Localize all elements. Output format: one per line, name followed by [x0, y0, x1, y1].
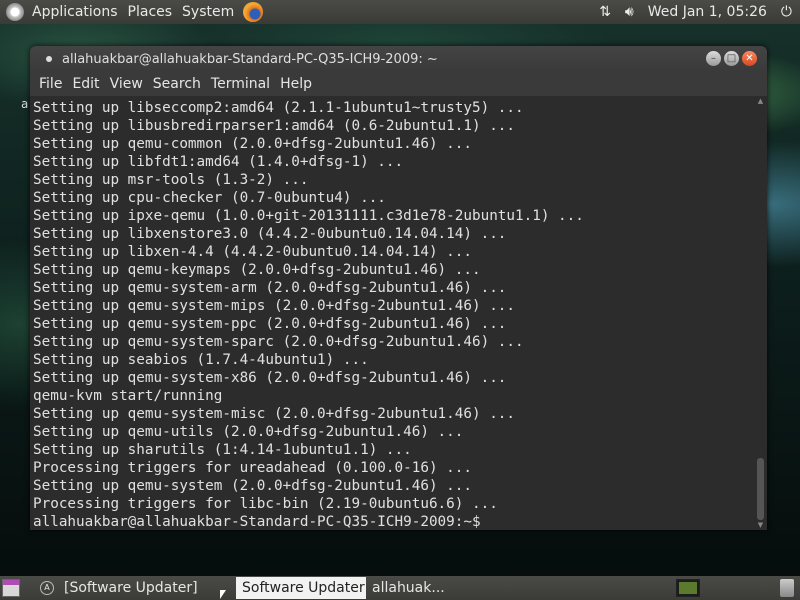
mouse-cursor-icon — [220, 590, 226, 599]
menu-edit[interactable]: Edit — [67, 76, 104, 92]
menu-file[interactable]: File — [34, 76, 67, 92]
terminal-line: Setting up qemu-system-ppc (2.0.0+dfsg-2… — [33, 316, 507, 332]
window-title: allahuakbar@allahuakbar-Standard-PC-Q35-… — [62, 51, 438, 67]
menu-system[interactable]: System — [177, 4, 239, 20]
task-label: allahuak... — [372, 580, 445, 596]
terminal-line: Setting up libxen-4.4 (4.4.2-0ubuntu0.14… — [33, 244, 472, 260]
bottom-taskbar: A [Software Updater] Software Updater al… — [0, 576, 800, 600]
terminal-prompt: allahuakbar@allahuakbar-Standard-PC-Q35-… — [33, 514, 481, 529]
terminal-line: Setting up ipxe-qemu (1.0.0+git-20131111… — [33, 208, 584, 224]
close-button[interactable]: ✕ — [742, 51, 757, 66]
software-updater-icon: A — [40, 581, 54, 595]
menu-applications[interactable]: Applications — [27, 4, 123, 20]
terminal-line: Setting up qemu-system-x86 (2.0.0+dfsg-2… — [33, 370, 507, 386]
task-software-updater-active[interactable]: Software Updater — [236, 577, 366, 599]
taskbar-tray — [676, 579, 800, 597]
terminal-line: Setting up qemu-keymaps (2.0.0+dfsg-2ubu… — [33, 262, 481, 278]
terminal-line: qemu-kvm start/running — [33, 388, 223, 404]
system-tray: ⇅ 🔊︎ Wed Jan 1, 05:26 ⏻ — [599, 4, 800, 20]
menu-places[interactable]: Places — [123, 4, 178, 20]
window-menu-icon[interactable] — [46, 56, 52, 62]
trash-icon[interactable] — [780, 579, 794, 597]
terminal-line: Setting up qemu-system-sparc (2.0.0+dfsg… — [33, 334, 524, 350]
terminal-line: Processing triggers for libc-bin (2.19-0… — [33, 496, 498, 512]
terminal-line: Setting up libfdt1:amd64 (1.4.0+dfsg-1) … — [33, 154, 404, 170]
terminal-line: Setting up sharutils (1:4.14-1ubuntu1.1)… — [33, 442, 412, 458]
clock[interactable]: Wed Jan 1, 05:26 — [648, 4, 767, 20]
terminal-line: Setting up qemu-system-misc (2.0.0+dfsg-… — [33, 406, 516, 422]
task-terminal[interactable]: allahuak... — [366, 577, 458, 599]
terminal-line: Setting up qemu-system-mips (2.0.0+dfsg-… — [33, 298, 516, 314]
maximize-button[interactable]: □ — [724, 51, 739, 66]
menu-view[interactable]: View — [105, 76, 148, 92]
terminal-line: Setting up libusbredirparser1:amd64 (0.6… — [33, 118, 516, 134]
terminal-line: Processing triggers for ureadahead (0.10… — [33, 460, 472, 476]
terminal-menubar: File Edit View Search Terminal Help — [30, 72, 767, 96]
terminal-scrollbar[interactable]: ▲ ▼ — [756, 98, 765, 529]
terminal-line: Setting up libseccomp2:amd64 (2.1.1-1ubu… — [33, 100, 524, 116]
window-controls: – □ ✕ — [706, 51, 757, 66]
terminal-line: Setting up qemu-common (2.0.0+dfsg-2ubun… — [33, 136, 472, 152]
terminal-line: Setting up msr-tools (1.3-2) ... — [33, 172, 309, 188]
power-icon[interactable]: ⏻ — [781, 4, 792, 20]
workspace-switcher-icon[interactable] — [676, 579, 700, 597]
terminal-line: Setting up seabios (1.7.4-4ubuntu1) ... — [33, 352, 369, 368]
scroll-down-icon[interactable]: ▼ — [756, 522, 765, 529]
terminal-titlebar[interactable]: allahuakbar@allahuakbar-Standard-PC-Q35-… — [30, 46, 767, 72]
terminal-output[interactable]: Setting up libseccomp2:amd64 (2.1.1-1ubu… — [32, 98, 754, 529]
task-label: Software Updater — [242, 580, 365, 596]
menu-terminal[interactable]: Terminal — [206, 76, 275, 92]
task-label: [Software Updater] — [64, 580, 198, 596]
terminal-line: Setting up qemu-system (2.0.0+dfsg-2ubun… — [33, 478, 472, 494]
terminal-line: Setting up cpu-checker (0.7-0ubuntu4) ..… — [33, 190, 386, 206]
menu-help[interactable]: Help — [275, 76, 317, 92]
minimize-button[interactable]: – — [706, 51, 721, 66]
top-panel: Applications Places System ⇅ 🔊︎ Wed Jan … — [0, 0, 800, 24]
firefox-icon[interactable] — [243, 2, 264, 22]
terminal-line: Setting up qemu-system-arm (2.0.0+dfsg-2… — [33, 280, 507, 296]
volume-icon[interactable]: 🔊︎ — [625, 4, 634, 20]
scroll-up-icon[interactable]: ▲ — [756, 98, 765, 105]
terminal-window: allahuakbar@allahuakbar-Standard-PC-Q35-… — [30, 46, 767, 530]
desktop-stray-text: a — [21, 97, 29, 111]
task-software-updater-minimized[interactable]: A [Software Updater] — [34, 577, 236, 599]
scroll-thumb[interactable] — [757, 458, 764, 520]
menu-search[interactable]: Search — [148, 76, 206, 92]
show-desktop-icon[interactable] — [2, 579, 20, 597]
network-icon[interactable]: ⇅ — [599, 4, 611, 20]
ubuntu-apps-icon[interactable] — [6, 3, 24, 21]
terminal-line: Setting up qemu-utils (2.0.0+dfsg-2ubunt… — [33, 424, 464, 440]
terminal-line: Setting up libxenstore3.0 (4.4.2-0ubuntu… — [33, 226, 507, 242]
